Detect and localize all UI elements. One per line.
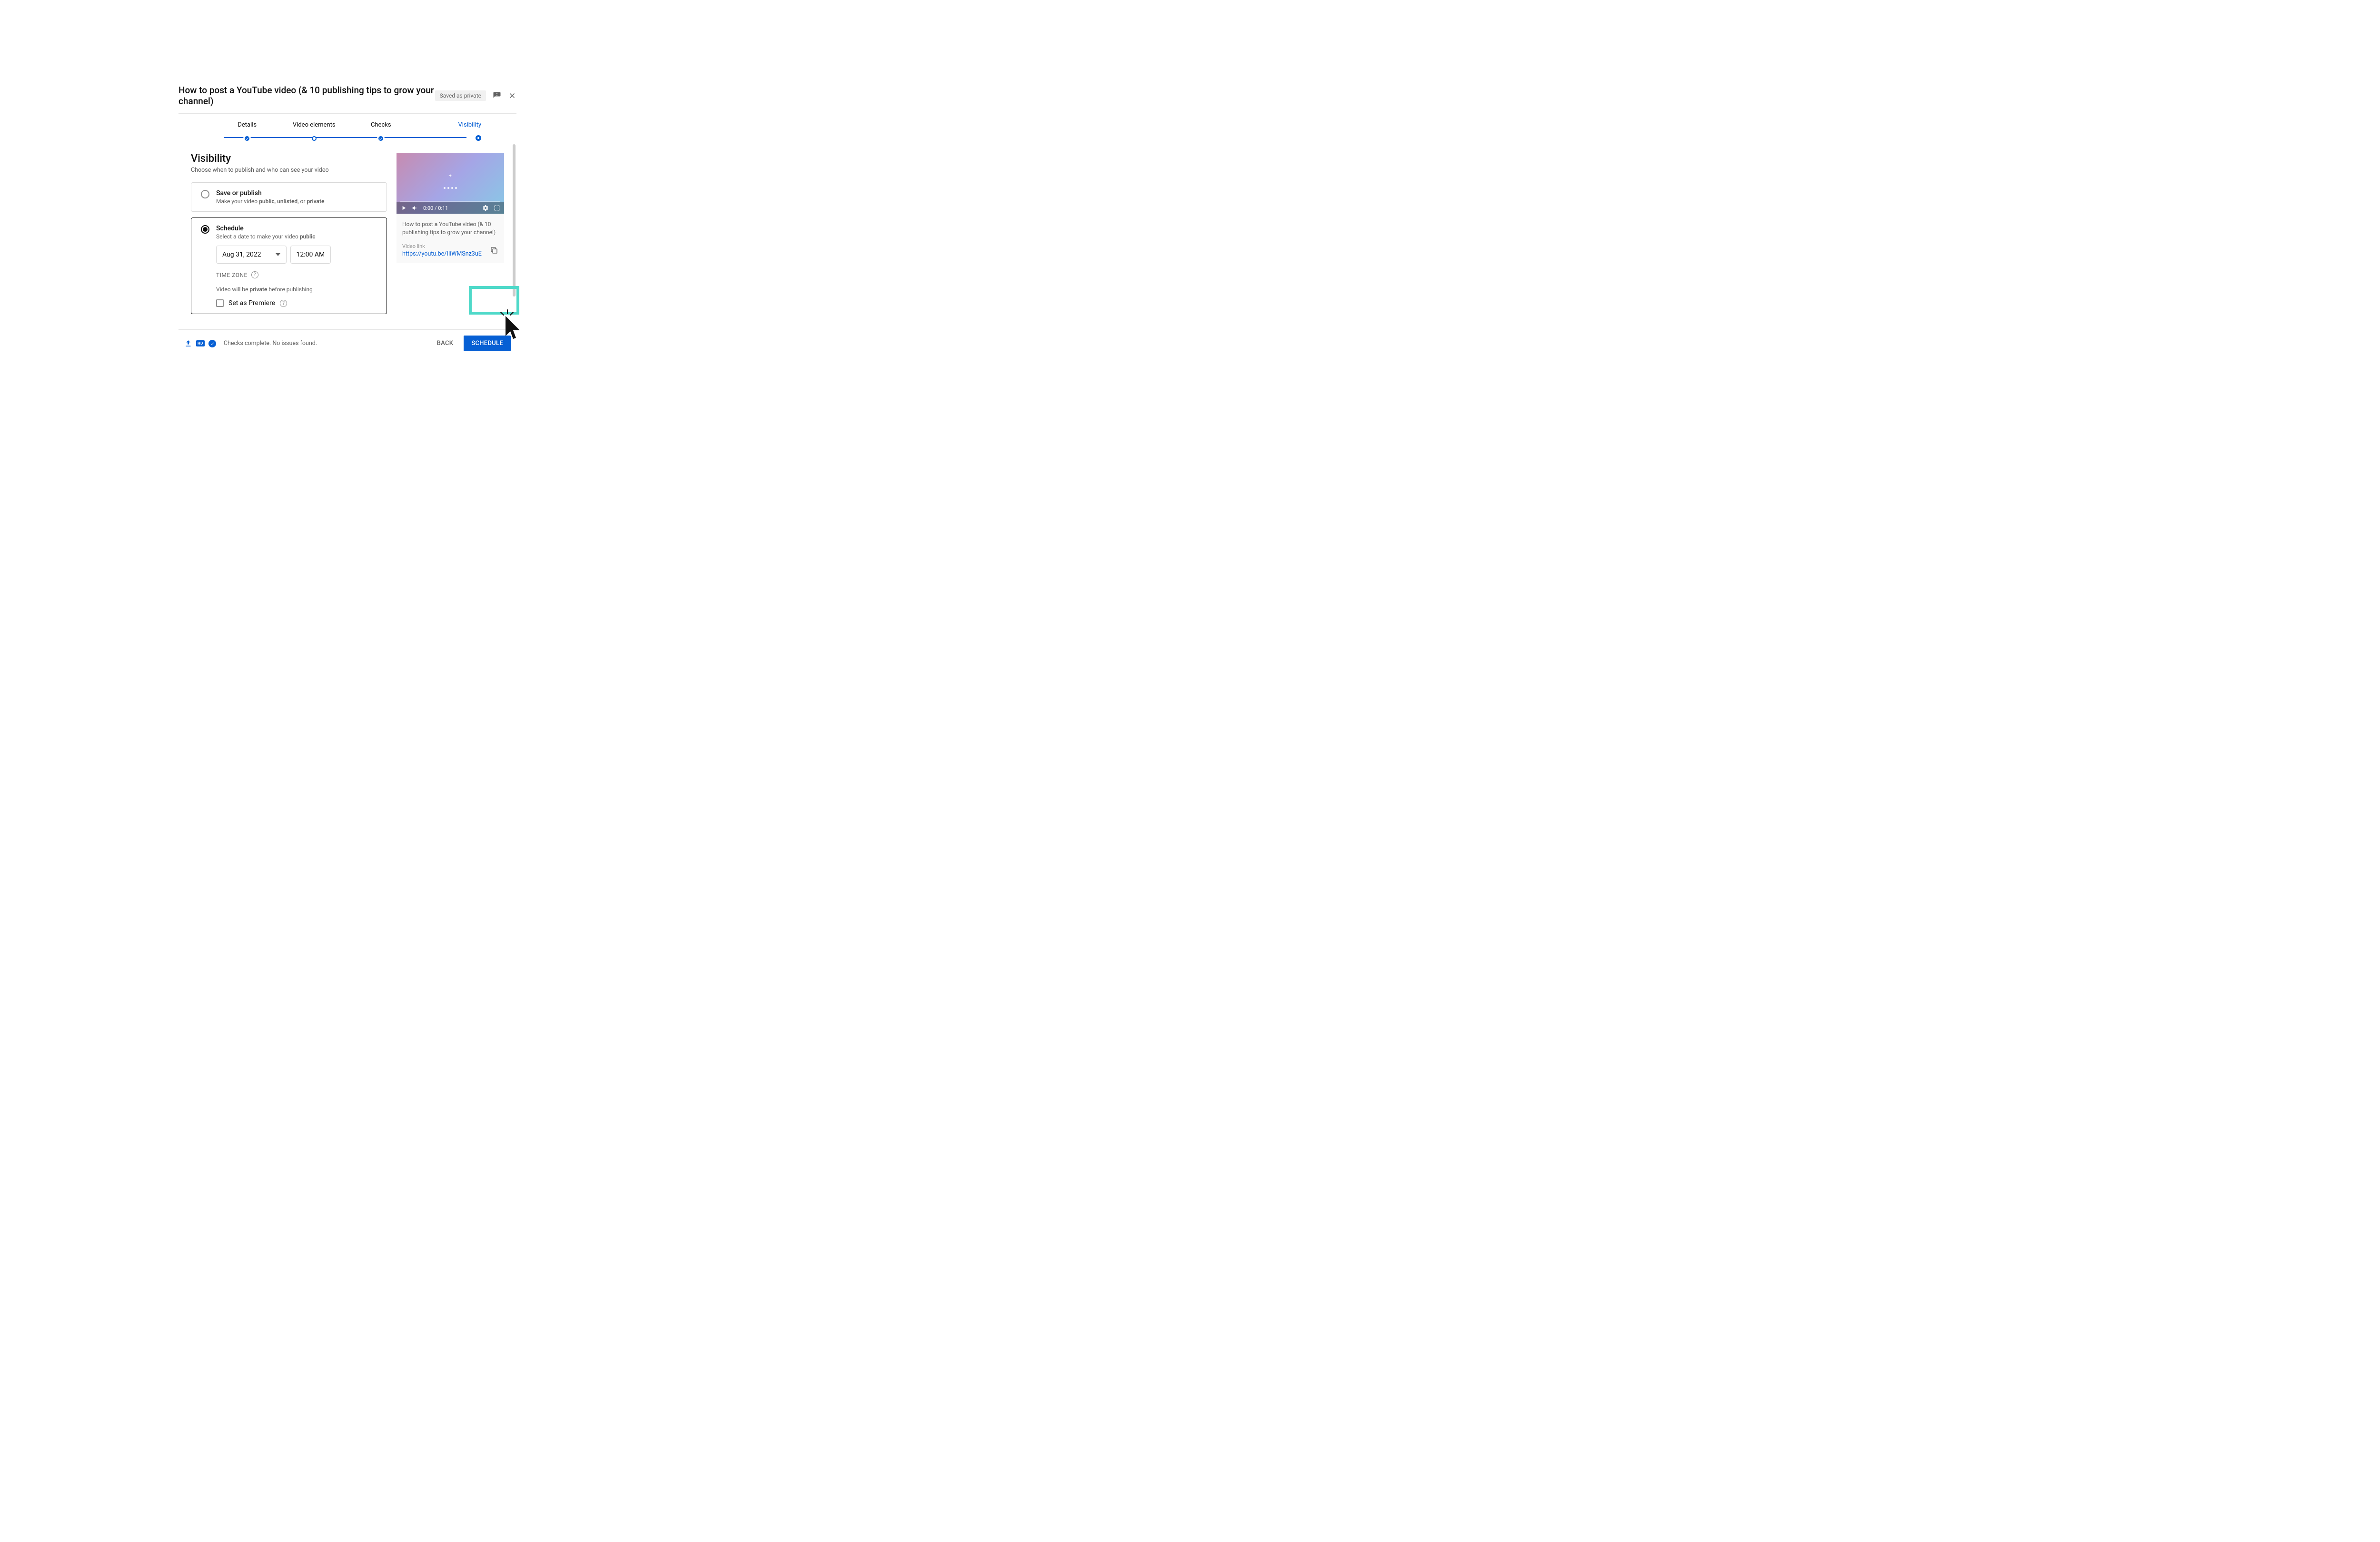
play-icon[interactable] — [400, 205, 407, 211]
date-value: Aug 31, 2022 — [222, 251, 261, 258]
dialog-header: How to post a YouTube video (& 10 publis… — [178, 82, 516, 114]
video-preview-card: ✦ 0:00 / 0:11 How to post a YouTube vide… — [397, 153, 504, 263]
schedule-option[interactable]: Schedule Select a date to make your vide… — [191, 217, 387, 314]
step-active-icon — [476, 135, 481, 141]
dialog-content: Visibility Choose when to publish and wh… — [178, 144, 516, 320]
help-icon[interactable]: ? — [280, 300, 287, 307]
step-label: Details — [214, 121, 281, 134]
date-picker[interactable]: Aug 31, 2022 — [216, 246, 287, 264]
back-button[interactable]: BACK — [431, 336, 459, 351]
progress-bar[interactable] — [400, 201, 500, 202]
step-checks[interactable]: Checks — [347, 121, 415, 143]
step-check-icon — [243, 135, 251, 142]
check-complete-icon — [208, 340, 216, 347]
saved-status-chip: Saved as private — [435, 90, 486, 101]
loading-dots-icon — [444, 187, 457, 189]
loading-spinner-icon: ✦ — [448, 173, 452, 178]
upload-icon — [184, 339, 192, 347]
volume-icon[interactable] — [412, 205, 418, 211]
timezone-row[interactable]: TIME ZONE ? — [216, 271, 377, 278]
schedule-button[interactable]: SCHEDULE — [464, 336, 511, 351]
step-video-elements[interactable]: Video elements — [281, 121, 348, 143]
visibility-panel: Visibility Choose when to publish and wh… — [191, 153, 387, 320]
video-controls: 0:00 / 0:11 — [397, 202, 504, 214]
radio-save-publish[interactable] — [201, 190, 209, 198]
video-link[interactable]: https://youtu.be/IIiWMSnz3uE — [402, 250, 486, 257]
step-open-icon — [312, 136, 317, 141]
time-input[interactable]: 12:00 AM — [290, 246, 331, 264]
feedback-icon[interactable] — [493, 91, 501, 100]
video-thumbnail[interactable]: ✦ 0:00 / 0:11 — [397, 153, 504, 214]
private-before-publish-note: Video will be private before publishing — [216, 286, 377, 293]
option-description: Make your video public, unlisted, or pri… — [216, 198, 324, 205]
video-link-label: Video link — [402, 243, 486, 249]
close-icon[interactable] — [508, 91, 516, 100]
premiere-checkbox[interactable] — [216, 299, 224, 307]
gear-icon[interactable] — [482, 205, 489, 211]
copy-icon[interactable] — [490, 246, 498, 255]
preview-video-title: How to post a YouTube video (& 10 publis… — [402, 220, 498, 237]
dialog-footer: HD Checks complete. No issues found. BAC… — [178, 329, 516, 357]
option-description: Select a date to make your video public — [216, 233, 315, 240]
option-heading: Schedule — [216, 225, 315, 232]
step-label: Video elements — [281, 121, 348, 134]
step-label: Visibility — [415, 121, 482, 134]
set-premiere-row: Set as Premiere ? — [216, 299, 377, 307]
help-icon[interactable]: ? — [251, 271, 258, 278]
step-check-icon — [377, 135, 385, 142]
stepper: Details Video elements Checks Visibility — [178, 114, 516, 144]
timezone-label: TIME ZONE — [216, 272, 248, 278]
option-heading: Save or publish — [216, 189, 324, 197]
section-title: Visibility — [191, 153, 387, 165]
upload-dialog: How to post a YouTube video (& 10 publis… — [178, 82, 516, 357]
radio-schedule[interactable] — [201, 225, 209, 234]
hd-badge-icon: HD — [196, 340, 205, 346]
dialog-title: How to post a YouTube video (& 10 publis… — [178, 85, 435, 107]
step-visibility[interactable]: Visibility — [415, 121, 482, 143]
fullscreen-icon[interactable] — [494, 205, 500, 211]
footer-status-icons: HD — [184, 339, 216, 347]
footer-status-text: Checks complete. No issues found. — [224, 340, 426, 347]
chevron-down-icon — [276, 253, 280, 256]
premiere-label: Set as Premiere — [228, 299, 275, 307]
step-label: Checks — [347, 121, 415, 134]
scrollbar[interactable] — [513, 144, 516, 297]
time-value: 12:00 AM — [297, 251, 325, 258]
save-or-publish-option[interactable]: Save or publish Make your video public, … — [191, 182, 387, 212]
section-subtitle: Choose when to publish and who can see y… — [191, 167, 387, 174]
step-details[interactable]: Details — [214, 121, 281, 143]
video-time-text: 0:00 / 0:11 — [423, 205, 477, 211]
